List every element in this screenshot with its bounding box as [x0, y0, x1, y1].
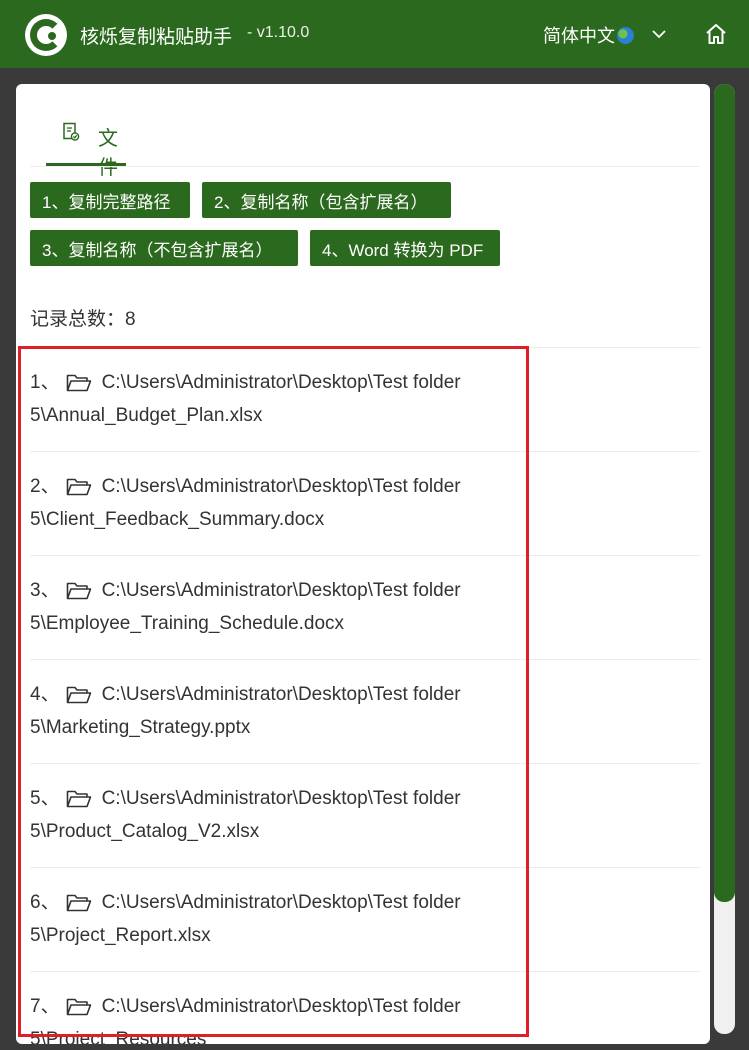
list-item[interactable]: 6、 C:\Users\Administrator\Desktop\Test f…: [30, 867, 700, 971]
copy-name-without-extension-button[interactable]: 3、复制名称（不包含扩展名）: [30, 230, 298, 266]
item-path: C:\Users\Administrator\Desktop\Test fold…: [101, 684, 461, 705]
item-path: C:\Users\Administrator\Desktop\Test fold…: [101, 580, 461, 601]
item-index: 4、: [30, 684, 60, 705]
globe-icon: [617, 26, 634, 44]
item-path: C:\Users\Administrator\Desktop\Test fold…: [101, 892, 461, 913]
folder-open-icon: [66, 374, 91, 391]
folder-open-icon: [66, 582, 91, 599]
item-index: 3、: [30, 580, 60, 601]
item-filename: 5\Project_Resources: [30, 1029, 207, 1044]
folder-open-icon: [66, 894, 91, 911]
item-path: C:\Users\Administrator\Desktop\Test fold…: [101, 788, 461, 809]
item-filename: 5\Client_Feedback_Summary.docx: [30, 509, 325, 530]
item-filename: 5\Employee_Training_Schedule.docx: [30, 613, 345, 634]
app-version: - v1.10.0: [247, 24, 310, 41]
item-path: C:\Users\Administrator\Desktop\Test fold…: [101, 476, 461, 497]
tab-file[interactable]: 文件: [46, 106, 126, 179]
list-item[interactable]: 3、 C:\Users\Administrator\Desktop\Test f…: [30, 555, 700, 659]
folder-open-icon: [66, 686, 91, 703]
item-filename: 5\Project_Report.xlsx: [30, 925, 211, 946]
logo-icon: [25, 14, 67, 56]
home-icon[interactable]: [704, 22, 728, 46]
item-path: C:\Users\Administrator\Desktop\Test fold…: [101, 372, 461, 393]
item-index: 6、: [30, 892, 60, 913]
item-index: 7、: [30, 996, 60, 1017]
item-index: 5、: [30, 788, 60, 809]
word-to-pdf-button[interactable]: 4、Word 转换为 PDF: [310, 230, 500, 266]
copy-name-with-extension-button[interactable]: 2、复制名称（包含扩展名）: [202, 182, 451, 218]
item-filename: 5\Marketing_Strategy.pptx: [30, 717, 251, 738]
scrollbar-thumb[interactable]: [714, 84, 735, 902]
item-filename: 5\Product_Catalog_V2.xlsx: [30, 821, 260, 842]
app-header: 核烁复制粘贴助手 - v1.10.0 简体中文: [0, 0, 749, 68]
app-title: 核烁复制粘贴助手: [80, 27, 233, 48]
folder-open-icon: [66, 478, 91, 495]
item-index: 2、: [30, 476, 60, 497]
language-label: 简体中文: [543, 26, 615, 46]
list-item[interactable]: 1、 C:\Users\Administrator\Desktop\Test f…: [30, 347, 700, 451]
item-path: C:\Users\Administrator\Desktop\Test fold…: [101, 996, 461, 1017]
tab-label: 文件: [98, 128, 118, 179]
chevron-down-icon[interactable]: [651, 26, 667, 42]
list-item[interactable]: 5、 C:\Users\Administrator\Desktop\Test f…: [30, 763, 700, 867]
record-count: 记录总数：8: [30, 309, 136, 330]
list-item[interactable]: 4、 C:\Users\Administrator\Desktop\Test f…: [30, 659, 700, 763]
language-selector[interactable]: 简体中文: [543, 22, 634, 48]
item-index: 1、: [30, 372, 60, 393]
file-tab-icon: [63, 122, 80, 141]
copy-full-path-button[interactable]: 1、复制完整路径: [30, 182, 190, 218]
list-item[interactable]: 2、 C:\Users\Administrator\Desktop\Test f…: [30, 451, 700, 555]
list-item[interactable]: 7、 C:\Users\Administrator\Desktop\Test f…: [30, 971, 700, 1044]
tab-divider: [30, 166, 700, 167]
main-panel: 文件 1、复制完整路径 2、复制名称（包含扩展名） 3、复制名称（不包含扩展名）…: [16, 84, 710, 1044]
item-filename: 5\Annual_Budget_Plan.xlsx: [30, 405, 263, 426]
file-list: 1、 C:\Users\Administrator\Desktop\Test f…: [30, 347, 700, 1044]
folder-open-icon: [66, 790, 91, 807]
folder-open-icon: [66, 998, 91, 1015]
scrollbar[interactable]: [714, 84, 735, 1034]
